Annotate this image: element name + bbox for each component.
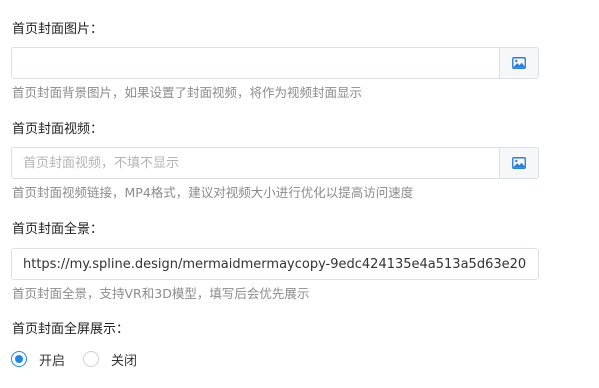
cover-video-help: 首页封面视频链接，MP4格式，建议对视频大小进行优化以提高访问速度 xyxy=(12,185,414,200)
cover-image-input[interactable] xyxy=(12,48,499,78)
radio-label-enable: 开启 xyxy=(39,353,66,369)
cover-panorama-input[interactable] xyxy=(12,249,538,279)
cover-fullscreen-radio-group: 开启 关闭 xyxy=(11,349,137,369)
cover-image-field xyxy=(11,47,539,79)
image-icon xyxy=(512,57,526,69)
cover-video-upload-button[interactable] xyxy=(499,148,538,178)
radio-checked-icon[interactable] xyxy=(11,351,27,367)
cover-panorama-field xyxy=(11,248,539,280)
cover-image-help: 首页封面背景图片，如果设置了封面视频，将作为视频封面显示 xyxy=(12,85,363,100)
cover-video-label: 首页封面视频： xyxy=(12,122,104,137)
radio-label-disable: 关闭 xyxy=(111,353,138,369)
cover-panorama-label: 首页封面全景： xyxy=(12,222,104,237)
radio-option-disable[interactable]: 关闭 xyxy=(83,350,137,369)
image-icon xyxy=(512,157,526,169)
cover-image-upload-button[interactable] xyxy=(499,48,538,78)
settings-form: 首页封面图片： 首页封面背景图片，如果设置了封面视频，将作为视频封面显示 首页封… xyxy=(0,0,599,388)
cover-fullscreen-label: 首页封面全屏展示： xyxy=(12,322,130,337)
cover-video-field xyxy=(11,147,539,179)
cover-video-input[interactable] xyxy=(12,148,499,178)
radio-option-enable[interactable]: 开启 xyxy=(11,350,65,369)
cover-image-label: 首页封面图片： xyxy=(12,22,104,37)
radio-unchecked-icon[interactable] xyxy=(83,351,100,367)
cover-panorama-help: 首页封面全景，支持VR和3D模型，填写后会优先展示 xyxy=(12,286,310,301)
